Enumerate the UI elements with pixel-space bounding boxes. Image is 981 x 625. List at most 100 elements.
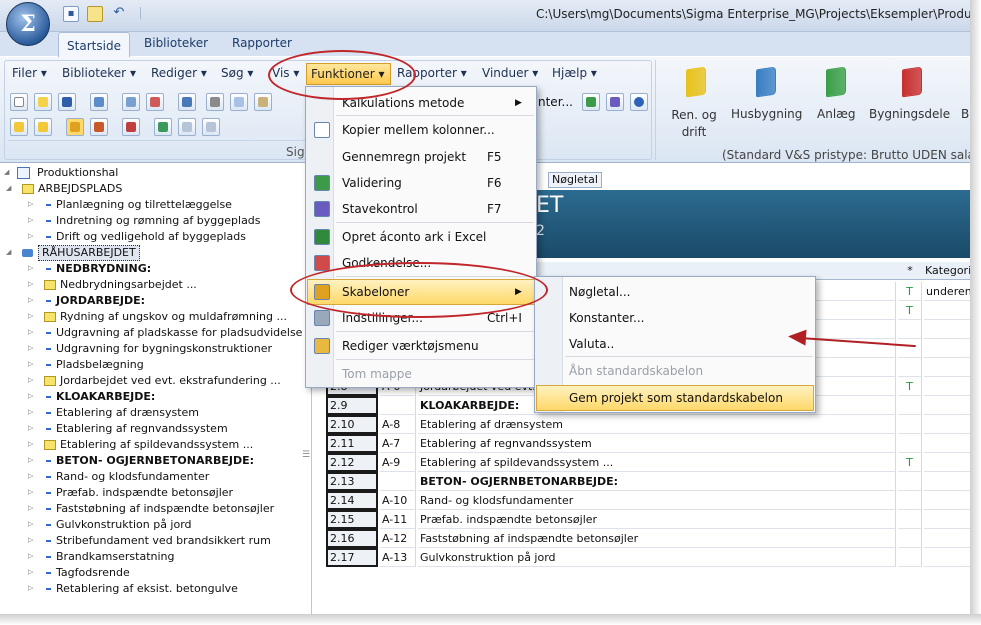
category-cell[interactable] [924, 491, 970, 510]
category-cell[interactable] [924, 301, 970, 320]
menu-hjaelp[interactable]: Hjælp ▾ [552, 66, 597, 80]
expand-icon[interactable]: ▷ [28, 329, 35, 336]
chart-icon[interactable] [154, 118, 172, 136]
layout-icon[interactable] [202, 118, 220, 136]
flag-cell[interactable] [898, 434, 922, 453]
level-icon[interactable] [66, 118, 84, 136]
ribbon-tab-biblioteker[interactable]: Biblioteker [144, 36, 208, 50]
submenu-item[interactable]: Konstanter... [535, 305, 815, 331]
category-cell[interactable] [924, 434, 970, 453]
collapse-icon[interactable]: ◢ [6, 185, 13, 192]
book-bygningsdele-icon[interactable] [902, 66, 922, 98]
row-number-cell[interactable]: 2.10 [326, 415, 378, 434]
expand-icon[interactable]: ▷ [28, 345, 35, 352]
row-number-cell[interactable]: 2.13 [326, 472, 378, 491]
flag-cell[interactable] [898, 396, 922, 415]
description-cell[interactable]: Rand- og klodsfundamenter [418, 491, 896, 510]
new-icon[interactable] [10, 93, 28, 111]
expand-icon[interactable]: ▷ [28, 393, 35, 400]
code-cell[interactable]: A-9 [380, 453, 416, 472]
flag-cell[interactable] [898, 529, 922, 548]
ribbon-tab-startside[interactable]: Startside [58, 32, 130, 58]
book-husbygning-icon[interactable] [756, 66, 776, 98]
copy-icon[interactable] [230, 93, 248, 111]
gallery-label-b[interactable]: B [961, 107, 969, 121]
expand-icon[interactable]: ▷ [28, 377, 35, 384]
expand-icon[interactable]: ▷ [28, 265, 35, 272]
category-cell[interactable] [924, 510, 970, 529]
flag-cell[interactable] [898, 339, 922, 358]
expand-icon[interactable]: ▷ [28, 233, 35, 240]
dropdown-item[interactable]: Stavekontrol F7 [306, 196, 536, 222]
menu-filer[interactable]: Filer ▾ [12, 66, 47, 80]
code-cell[interactable]: A-13 [380, 548, 416, 567]
menu-rediger[interactable]: Rediger ▾ [151, 66, 207, 80]
flag-cell[interactable]: T [898, 282, 922, 301]
category-cell[interactable] [924, 453, 970, 472]
dropdown-item[interactable]: Kopier mellem kolonner... [306, 117, 536, 143]
category-cell[interactable] [924, 320, 970, 339]
category-cell[interactable] [924, 339, 970, 358]
collapse-icon[interactable]: ◢ [4, 169, 11, 176]
splitter-grip-icon[interactable]: ☰ [302, 450, 310, 460]
dropdown-item[interactable]: Tom mappe [306, 361, 536, 387]
code-cell[interactable]: A-11 [380, 510, 416, 529]
row-number-cell[interactable]: 2.12 [326, 453, 378, 472]
expand-icon[interactable]: ▷ [28, 201, 35, 208]
expand-icon[interactable]: ▷ [28, 489, 35, 496]
cut-icon[interactable] [206, 93, 224, 111]
code-cell[interactable]: A-7 [380, 434, 416, 453]
insert-row-icon[interactable] [122, 93, 140, 111]
flag-cell[interactable]: T [898, 377, 922, 396]
gallery-label-anlaeg[interactable]: Anlæg [817, 107, 856, 121]
expand-icon[interactable]: ▷ [28, 585, 35, 592]
category-cell[interactable] [924, 548, 970, 567]
check-toolbar-icon[interactable] [582, 93, 600, 111]
code-cell[interactable]: A-10 [380, 491, 416, 510]
help-icon[interactable] [630, 93, 648, 111]
expand-icon[interactable]: ▷ [28, 297, 35, 304]
code-cell[interactable] [380, 396, 416, 415]
submenu-item[interactable]: Gem projekt som standardskabelon [535, 385, 815, 411]
category-cell[interactable] [924, 529, 970, 548]
category-cell[interactable] [924, 377, 970, 396]
table-icon[interactable] [90, 118, 108, 136]
project-tree[interactable]: ◢ Produktionshal ◢ ARBEJDSPLADS ▷ Planlægni… [0, 163, 312, 625]
code-cell[interactable]: A-12 [380, 529, 416, 548]
submenu-item[interactable]: Åbn standardskabelon [535, 358, 815, 384]
category-cell[interactable] [924, 358, 970, 377]
menu-vinduer[interactable]: Vinduer ▾ [482, 66, 538, 80]
expand-icon[interactable]: ▷ [28, 457, 35, 464]
grid-icon[interactable] [90, 93, 108, 111]
description-cell[interactable]: BETON- OGJERNBETONARBEJDE: [418, 472, 896, 491]
expand-icon[interactable]: ▷ [28, 505, 35, 512]
collapse-icon[interactable]: ◢ [6, 249, 13, 256]
description-cell[interactable]: Gulvkonstruktion på jord [418, 548, 896, 567]
book-anlaeg-icon[interactable] [826, 66, 846, 98]
flag-cell[interactable] [898, 320, 922, 339]
code-cell[interactable] [380, 472, 416, 491]
flag-cell[interactable] [898, 415, 922, 434]
flag-cell[interactable] [898, 472, 922, 491]
expand-icon[interactable]: ▷ [28, 313, 35, 320]
save-toolbar-icon[interactable] [58, 93, 76, 111]
row-number-cell[interactable]: 2.15 [326, 510, 378, 529]
undo-icon[interactable]: ↶ [111, 6, 127, 22]
row-number-cell[interactable]: 2.9 [326, 396, 378, 415]
expand-icon[interactable]: ▷ [28, 441, 35, 448]
dropdown-item[interactable]: Validering F6 [306, 170, 536, 196]
gallery-label-husbygning[interactable]: Husbygning [731, 107, 802, 121]
expand-icon[interactable]: ▷ [28, 537, 35, 544]
expand-icon[interactable]: ▷ [28, 281, 35, 288]
excel-toolbar-icon[interactable] [122, 118, 140, 136]
dropdown-item[interactable]: Gennemregn projekt F5 [306, 144, 536, 170]
gallery-label-ren[interactable]: Ren. og drift [664, 107, 724, 141]
flag-cell[interactable] [898, 510, 922, 529]
expand-icon[interactable]: ▷ [28, 409, 35, 416]
flag-cell[interactable]: T [898, 301, 922, 320]
expand-icon[interactable]: ▷ [28, 553, 35, 560]
code-cell[interactable]: A-8 [380, 415, 416, 434]
row-number-cell[interactable]: 2.16 [326, 529, 378, 548]
row-number-cell[interactable]: 2.11 [326, 434, 378, 453]
gallery-label-bygningsdele[interactable]: Bygningsdele [869, 107, 950, 121]
